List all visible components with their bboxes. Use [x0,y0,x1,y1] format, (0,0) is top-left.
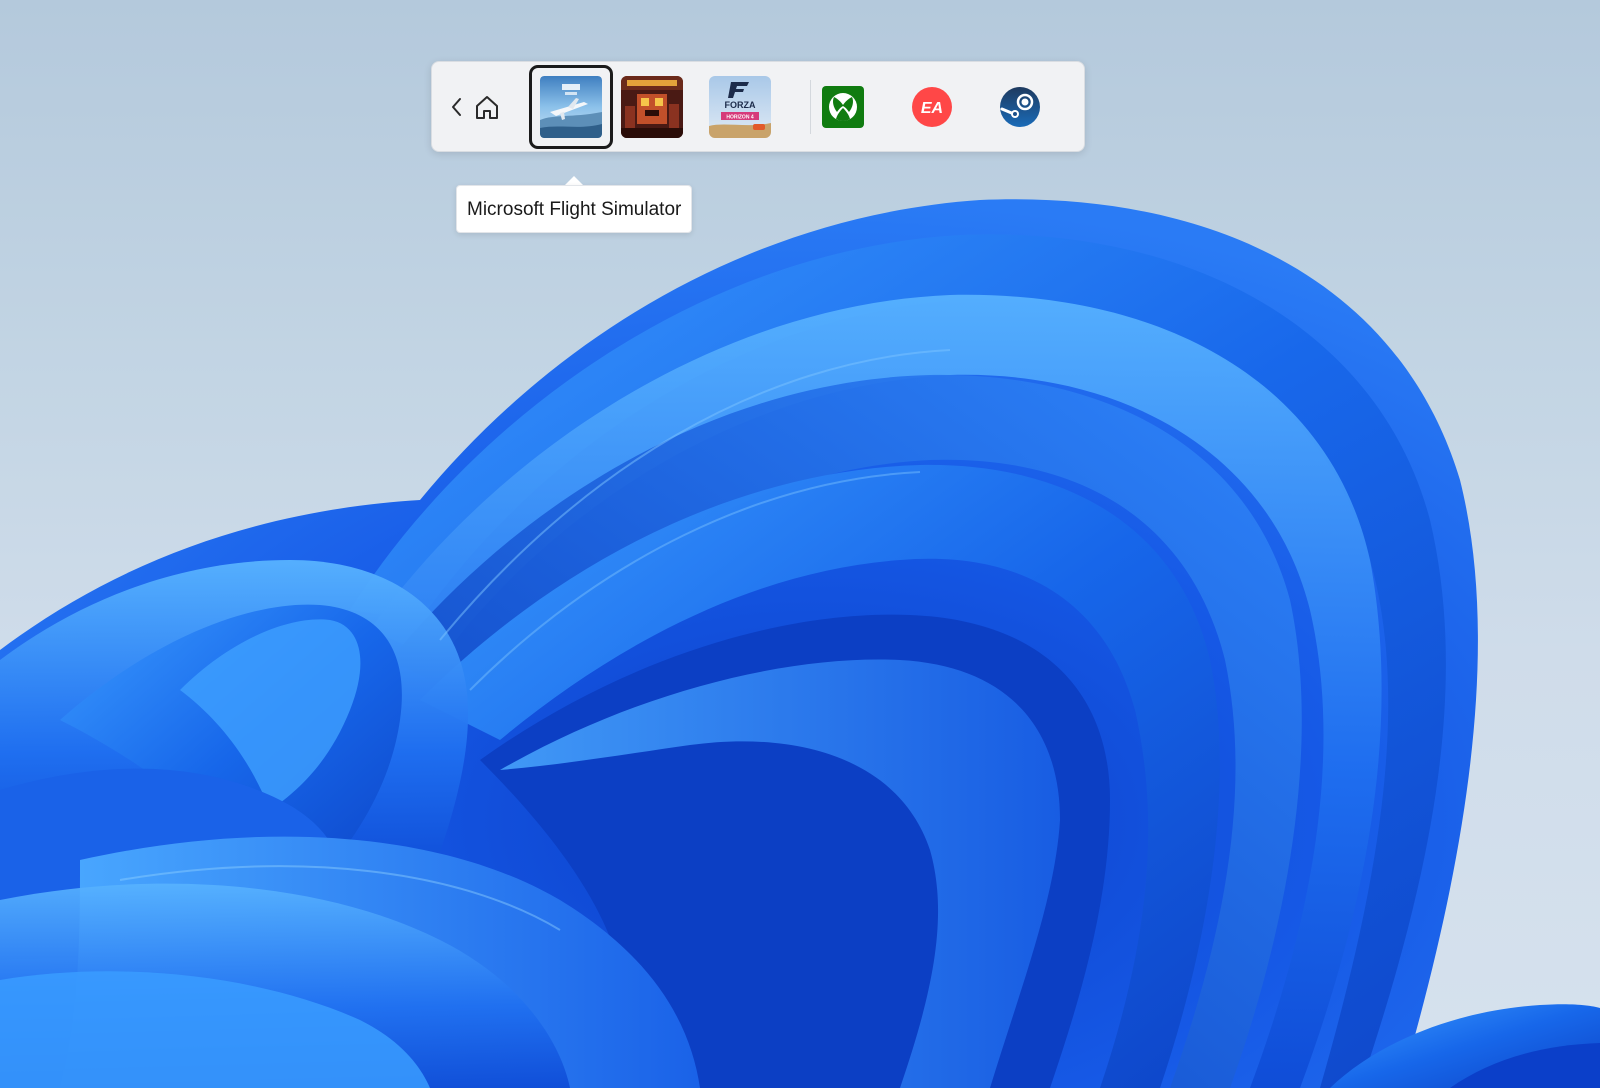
home-button[interactable] [470,84,504,130]
tooltip-arrow [565,176,583,185]
game-bar: FORZA HORIZON 4 EA [431,61,1085,152]
svg-text:EA: EA [921,100,943,117]
launchers-divider [810,80,811,134]
minecraft-dungeons-cover-icon [621,76,683,138]
steam-icon [1000,87,1040,127]
tooltip-text: Microsoft Flight Simulator [456,185,693,233]
launcher-ea[interactable]: EA [907,82,957,132]
back-button[interactable] [446,84,468,130]
launcher-xbox[interactable] [818,82,868,132]
svg-text:HORIZON 4: HORIZON 4 [726,115,753,121]
launcher-steam[interactable] [995,82,1045,132]
xbox-icon [822,86,864,128]
svg-text:FORZA: FORZA [725,100,756,110]
home-icon [476,96,498,119]
forza-horizon-4-cover-icon: FORZA HORIZON 4 [709,76,771,138]
game-tile-forza-horizon-4[interactable]: FORZA HORIZON 4 [709,76,771,138]
game-tile-flight-simulator[interactable] [529,65,613,149]
chevron-left-icon [452,98,461,116]
desktop-wallpaper [0,199,1600,1088]
game-tile-minecraft-dungeons[interactable] [621,76,683,138]
flight-simulator-cover-icon [540,76,602,138]
ea-icon: EA [912,87,952,127]
